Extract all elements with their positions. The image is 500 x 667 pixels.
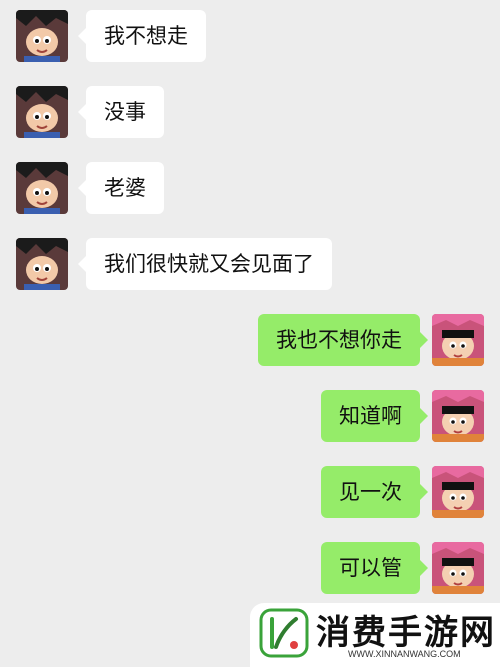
own-avatar[interactable] <box>432 466 484 518</box>
incoming-message[interactable]: 我们很快就又会见面了 <box>78 238 332 290</box>
contact-avatar[interactable] <box>16 162 68 214</box>
contact-avatar[interactable] <box>16 238 68 290</box>
chat-history: 我不想走 没事 老婆 我们很快就又会见面了 我也不想你走 知道啊 见一次 可以管 <box>0 0 500 667</box>
contact-avatar[interactable] <box>16 86 68 138</box>
watermark-url: WWW.XINNANWANG.COM <box>348 649 461 659</box>
own-avatar[interactable] <box>432 390 484 442</box>
contact-avatar[interactable] <box>16 10 68 62</box>
incoming-message[interactable]: 没事 <box>78 86 164 138</box>
site-watermark: 消费手游网 WWW.XINNANWANG.COM <box>250 603 500 667</box>
leaf-logo-icon <box>258 607 310 659</box>
own-avatar[interactable] <box>432 314 484 366</box>
outgoing-message[interactable]: 可以管 <box>321 542 428 594</box>
outgoing-message[interactable]: 见一次 <box>321 466 428 518</box>
own-avatar[interactable] <box>432 542 484 594</box>
incoming-message[interactable]: 老婆 <box>78 162 164 214</box>
incoming-message[interactable]: 我不想走 <box>78 10 206 62</box>
outgoing-message[interactable]: 我也不想你走 <box>258 314 428 366</box>
outgoing-message[interactable]: 知道啊 <box>321 390 428 442</box>
watermark-site-name: 消费手游网 <box>316 613 496 653</box>
